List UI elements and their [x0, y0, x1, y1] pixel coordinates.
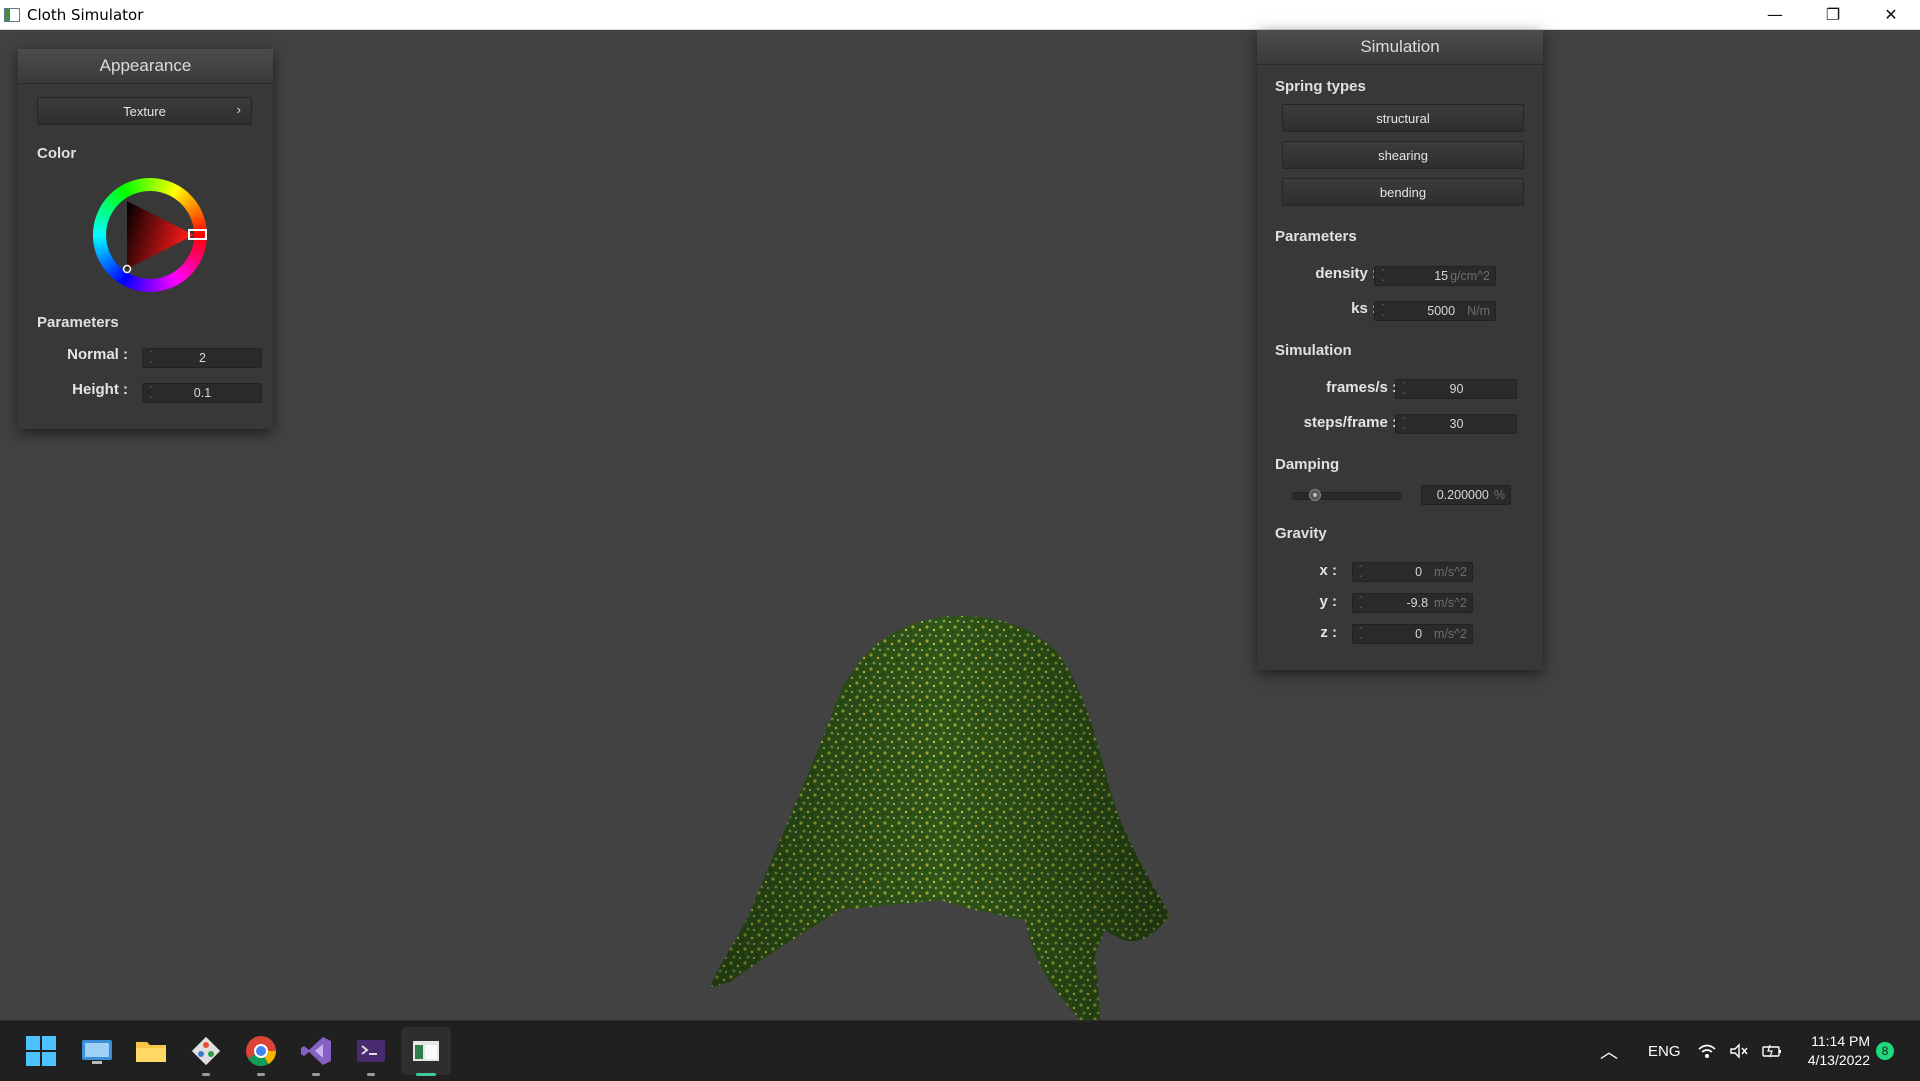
- git-icon[interactable]: [189, 1034, 223, 1068]
- app-icon: [4, 7, 20, 22]
- battery-icon[interactable]: [1761, 1042, 1783, 1060]
- visual-studio-icon[interactable]: [299, 1034, 333, 1068]
- fps-input[interactable]: ⌃ ⌄ 90: [1395, 379, 1517, 399]
- render-viewport[interactable]: Appearance Texture › Color Parameters No…: [0, 30, 1920, 1040]
- spinner-icon[interactable]: ⌃ ⌄: [146, 349, 156, 367]
- sim-section-title: Simulation: [1275, 342, 1352, 359]
- fps-label: frames/s :: [1326, 379, 1397, 396]
- gravity-y-value: -9.8: [1406, 596, 1429, 610]
- simulation-header: Simulation: [1257, 30, 1543, 65]
- steps-value: 30: [1449, 417, 1464, 431]
- normal-label: Normal :: [67, 346, 128, 363]
- start-icon[interactable]: [24, 1034, 58, 1068]
- window-title: Cloth Simulator: [27, 5, 144, 24]
- damping-input[interactable]: 0.200000 %: [1421, 485, 1511, 505]
- fps-value: 90: [1449, 382, 1464, 396]
- density-label: density :: [1315, 265, 1377, 282]
- gravity-y-label: y :: [1319, 593, 1337, 610]
- spinner-icon[interactable]: ⌃ ⌄: [1356, 563, 1366, 581]
- gravity-z-label: z :: [1320, 624, 1337, 641]
- damping-value: 0.200000: [1436, 488, 1489, 502]
- chevron-right-icon: ›: [236, 102, 241, 117]
- structural-button[interactable]: structural: [1282, 104, 1524, 132]
- gravity-title: Gravity: [1275, 525, 1327, 542]
- cloth-simulator-active-indicator: [416, 1073, 436, 1076]
- steps-label: steps/frame :: [1303, 414, 1397, 431]
- gravity-x-input[interactable]: ⌃ ⌄ 0 m/s^2: [1352, 562, 1473, 582]
- spinner-icon[interactable]: ⌃ ⌄: [1399, 380, 1409, 398]
- spinner-icon[interactable]: ⌃ ⌄: [1356, 594, 1366, 612]
- damping-slider-handle[interactable]: [1309, 489, 1321, 501]
- spinner-icon[interactable]: ⌃ ⌄: [1356, 625, 1366, 643]
- cloth-mesh: [710, 616, 1170, 1040]
- density-input[interactable]: ⌃ ⌄ 15 g/cm^2: [1374, 266, 1496, 286]
- bending-button[interactable]: bending: [1282, 178, 1524, 206]
- appearance-panel: Appearance Texture › Color Parameters No…: [18, 49, 273, 429]
- gravity-z-unit: m/s^2: [1434, 627, 1467, 641]
- vs-running-indicator: [312, 1073, 320, 1076]
- ks-unit: N/m: [1467, 304, 1490, 318]
- spring-types-title: Spring types: [1275, 78, 1366, 95]
- ks-input[interactable]: ⌃ ⌄ 5000 N/m: [1374, 301, 1496, 321]
- cloth-simulator-icon[interactable]: [409, 1034, 443, 1068]
- chrome-icon[interactable]: [244, 1034, 278, 1068]
- clock-date: 4/13/2022: [1807, 1052, 1870, 1068]
- texture-button[interactable]: Texture ›: [37, 97, 252, 125]
- height-input[interactable]: ⌃ ⌄ 0.1: [142, 383, 262, 403]
- ks-value: 5000: [1427, 304, 1456, 318]
- shearing-button[interactable]: shearing: [1282, 141, 1524, 169]
- appearance-params-title: Parameters: [37, 314, 119, 331]
- normal-input[interactable]: ⌃ ⌄ 2: [142, 348, 262, 368]
- steps-input[interactable]: ⌃ ⌄ 30: [1395, 414, 1517, 434]
- close-button[interactable]: ✕: [1862, 0, 1920, 29]
- gravity-x-value: 0: [1415, 565, 1423, 579]
- taskbar: ︿ ENG 11:14 PM 4/13/2022 8: [0, 1020, 1920, 1081]
- git-running-indicator: [202, 1073, 210, 1076]
- texture-button-label: Texture: [123, 103, 166, 119]
- gravity-z-input[interactable]: ⌃ ⌄ 0 m/s^2: [1352, 624, 1473, 644]
- gravity-z-value: 0: [1415, 627, 1423, 641]
- density-unit: g/cm^2: [1450, 269, 1490, 283]
- height-label: Height :: [72, 381, 128, 398]
- wifi-icon[interactable]: [1697, 1042, 1717, 1060]
- minimize-button[interactable]: —: [1746, 0, 1804, 29]
- chevron-up-icon[interactable]: ︿: [1600, 1038, 1618, 1064]
- density-value: 15: [1434, 269, 1449, 283]
- notification-badge[interactable]: 8: [1876, 1042, 1894, 1060]
- spinner-icon[interactable]: ⌃ ⌄: [1399, 415, 1409, 433]
- damping-title: Damping: [1275, 456, 1340, 473]
- appearance-header: Appearance: [18, 49, 273, 84]
- normal-value: 2: [199, 351, 206, 365]
- gravity-x-unit: m/s^2: [1434, 565, 1467, 579]
- chrome-running-indicator: [257, 1073, 265, 1076]
- terminal-running-indicator: [367, 1073, 375, 1076]
- spinner-icon[interactable]: ⌃ ⌄: [146, 384, 156, 402]
- spinner-icon[interactable]: ⌃ ⌄: [1378, 267, 1388, 285]
- speaker-muted-icon[interactable]: [1729, 1042, 1749, 1060]
- clock[interactable]: 11:14 PM 4/13/2022: [1795, 1032, 1870, 1070]
- height-value: 0.1: [193, 386, 212, 400]
- gravity-y-input[interactable]: ⌃ ⌄ -9.8 m/s^2: [1352, 593, 1473, 613]
- language-indicator[interactable]: ENG: [1648, 1043, 1681, 1060]
- clock-time: 11:14 PM: [1811, 1033, 1870, 1049]
- color-wheel[interactable]: [90, 175, 210, 295]
- color-title: Color: [37, 145, 77, 162]
- damping-unit: %: [1493, 488, 1505, 502]
- gravity-x-label: x :: [1319, 562, 1337, 579]
- ks-label: ks :: [1351, 300, 1377, 317]
- file-explorer-icon[interactable]: [134, 1034, 168, 1068]
- sim-params-title: Parameters: [1275, 228, 1357, 245]
- restore-button[interactable]: ❐: [1804, 0, 1862, 29]
- title-bar: Cloth Simulator — ❐ ✕: [0, 0, 1920, 30]
- remote-desktop-icon[interactable]: [80, 1034, 114, 1068]
- terminal-icon[interactable]: [354, 1034, 388, 1068]
- spinner-icon[interactable]: ⌃ ⌄: [1378, 302, 1388, 320]
- gravity-y-unit: m/s^2: [1434, 596, 1467, 610]
- simulation-panel: Simulation Spring types structural shear…: [1257, 30, 1543, 670]
